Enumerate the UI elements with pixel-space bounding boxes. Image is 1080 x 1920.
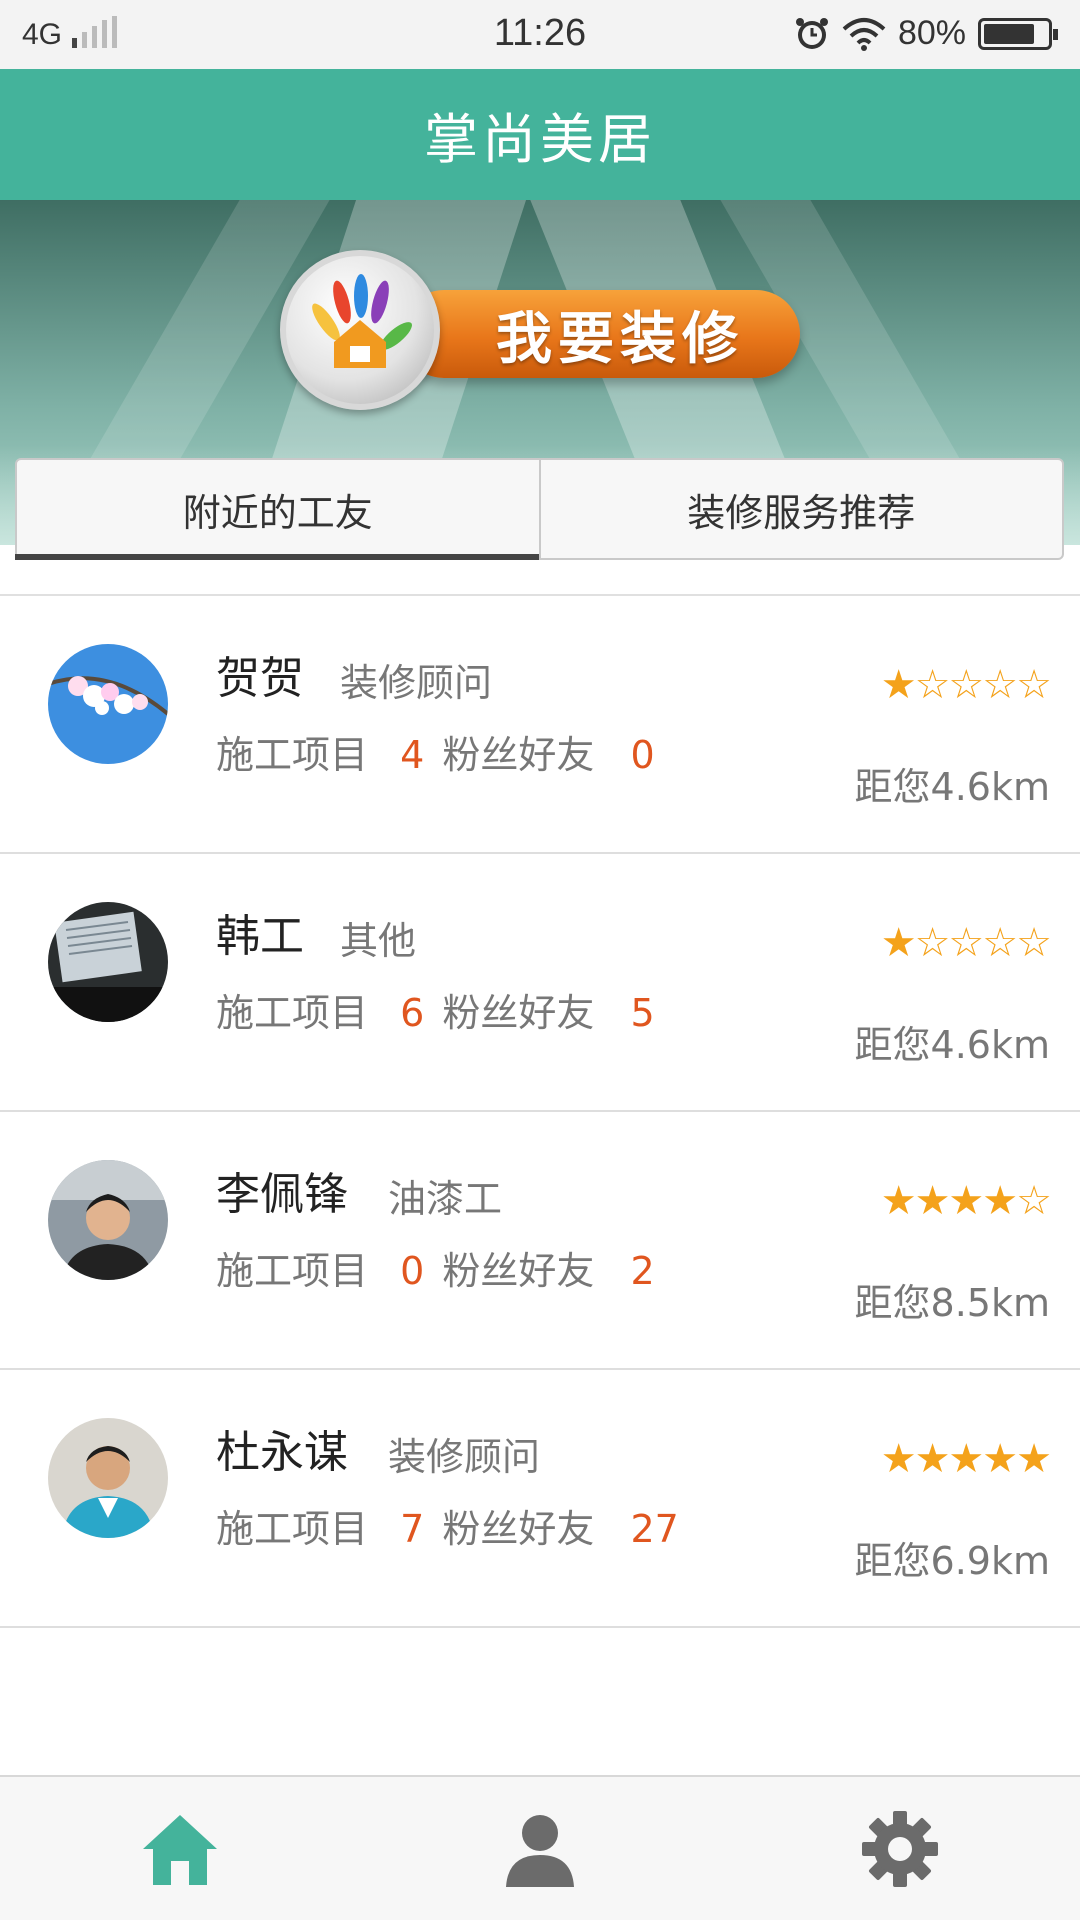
worker-list-item[interactable]: 韩工 其他 施工项目 6 粉丝好友 5 ★☆☆☆☆ 距您4.6km	[0, 854, 1080, 1112]
fans-count: 27	[630, 1507, 679, 1551]
start-renovation-label: 我要装修	[496, 306, 744, 372]
worker-role: 油漆工	[388, 1177, 503, 1221]
home-icon	[143, 1814, 217, 1885]
nav-home[interactable]	[0, 1777, 360, 1920]
fans-count: 0	[630, 733, 655, 777]
projects-label: 施工项目	[216, 991, 369, 1035]
page-title: 掌尚美居	[424, 108, 656, 171]
worker-stats: 施工项目 0 粉丝好友 2	[216, 1240, 655, 1295]
nav-settings[interactable]	[720, 1777, 1080, 1920]
distance-label: 距您8.5km	[854, 1281, 1050, 1325]
avatar	[48, 644, 168, 764]
nav-profile[interactable]	[360, 1777, 720, 1920]
projects-count: 7	[400, 1507, 425, 1551]
hand-house-logo-icon	[280, 250, 440, 410]
worker-name: 韩工	[216, 911, 304, 962]
worker-role: 装修顾问	[340, 661, 493, 705]
tab-label: 附近的工友	[182, 490, 373, 535]
battery-percent: 80%	[897, 14, 966, 52]
projects-count: 0	[400, 1249, 425, 1293]
worker-list-item[interactable]: 贺贺 装修顾问 施工项目 4 粉丝好友 0 ★☆☆☆☆ 距您4.6km	[0, 596, 1080, 854]
tab-bar: 附近的工友 装修服务推荐	[15, 458, 1064, 560]
wifi-icon	[842, 17, 886, 51]
fans-label: 粉丝好友	[442, 991, 595, 1035]
rating-stars: ★★★★★	[880, 1436, 1052, 1482]
projects-label: 施工项目	[216, 1249, 369, 1293]
worker-stats: 施工项目 4 粉丝好友 0	[216, 724, 655, 779]
tab-nearby-workers[interactable]: 附近的工友	[15, 460, 539, 560]
rating-stars: ★☆☆☆☆	[880, 920, 1052, 966]
projects-count: 4	[400, 733, 425, 777]
avatar	[48, 902, 168, 1022]
distance-label: 距您4.6km	[854, 765, 1050, 809]
worker-list-item[interactable]: 杜永谋 装修顾问 施工项目 7 粉丝好友 27 ★★★★★ 距您6.9km	[0, 1370, 1080, 1628]
worker-list-item[interactable]: 李佩锋 油漆工 施工项目 0 粉丝好友 2 ★★★★☆ 距您8.5km	[0, 1112, 1080, 1370]
worker-list: 贺贺 装修顾问 施工项目 4 粉丝好友 0 ★☆☆☆☆ 距您4.6km 韩工 其…	[0, 596, 1080, 1628]
fans-label: 粉丝好友	[442, 1507, 595, 1551]
worker-name: 杜永谋	[216, 1427, 348, 1478]
worker-role: 装修顾问	[388, 1435, 541, 1479]
app-screen: 4G 11:26 80% 掌尚美居 我要装修 附近的工友 装修服务推荐 贺贺 装…	[0, 0, 1080, 1920]
fans-label: 粉丝好友	[442, 733, 595, 777]
tab-label: 装修服务推荐	[687, 490, 916, 535]
status-bar: 4G 11:26 80%	[0, 0, 1080, 69]
distance-label: 距您4.6km	[854, 1023, 1050, 1067]
projects-label: 施工项目	[216, 733, 369, 777]
start-renovation-button[interactable]: 我要装修	[280, 250, 810, 410]
tab-service-recommendations[interactable]: 装修服务推荐	[538, 460, 1063, 558]
projects-label: 施工项目	[216, 1507, 369, 1551]
avatar	[48, 1418, 168, 1538]
fans-label: 粉丝好友	[442, 1249, 595, 1293]
gear-icon	[862, 1810, 938, 1887]
projects-count: 6	[400, 991, 425, 1035]
rating-stars: ★★★★☆	[880, 1178, 1052, 1224]
worker-role: 其他	[340, 919, 417, 963]
alarm-icon	[795, 17, 828, 49]
worker-name: 贺贺	[216, 653, 304, 704]
user-icon	[506, 1814, 574, 1887]
fans-count: 5	[630, 991, 655, 1035]
rating-stars: ★☆☆☆☆	[880, 662, 1052, 708]
avatar	[48, 1160, 168, 1280]
distance-label: 距您6.9km	[854, 1539, 1050, 1583]
worker-name: 李佩锋	[216, 1169, 348, 1220]
fans-count: 2	[630, 1249, 655, 1293]
bottom-nav	[0, 1775, 1080, 1920]
app-header: 掌尚美居	[0, 69, 1080, 200]
worker-stats: 施工项目 6 粉丝好友 5	[216, 982, 655, 1037]
worker-stats: 施工项目 7 粉丝好友 27	[216, 1498, 679, 1553]
battery-icon	[978, 17, 1058, 50]
